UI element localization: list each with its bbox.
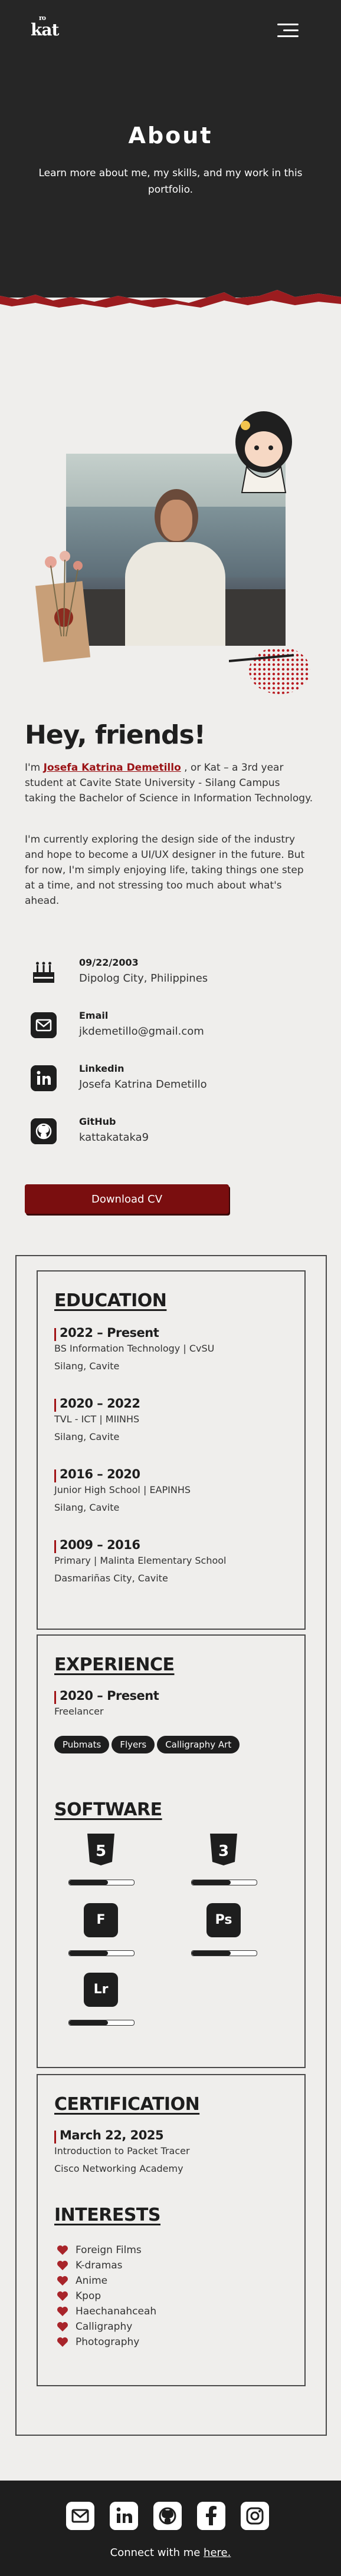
skill-bar <box>191 1880 257 1885</box>
skill-bar-fill <box>69 2020 108 2025</box>
hero-header: ro kat About Learn more about me, my ski… <box>0 0 341 298</box>
software-lightroom: Lr <box>68 1973 139 2037</box>
mail-icon[interactable] <box>66 2502 94 2530</box>
tag-chip: Flyers <box>112 1736 155 1753</box>
cake-icon <box>33 962 54 983</box>
heart-icon <box>57 2261 68 2270</box>
instagram-icon[interactable] <box>241 2502 269 2530</box>
skill-bar <box>68 1880 135 1885</box>
contact-linkedin[interactable]: Linkedin Josefa Katrina Demetillo <box>31 1063 278 1096</box>
dotted-paper-sticker-icon <box>229 647 310 694</box>
hamburger-menu-icon[interactable] <box>277 24 299 39</box>
svg-text:3: 3 <box>218 1842 229 1860</box>
software-html5: 5 <box>68 1832 139 1897</box>
list-item: Foreign Films <box>57 2243 281 2258</box>
education-entry: 2016 – 2020 Junior High School | EAPINHS… <box>54 1467 290 1517</box>
photoshop-icon: Ps <box>206 1903 241 1937</box>
linkedin-icon[interactable] <box>110 2502 138 2530</box>
list-item: Calligraphy <box>57 2319 281 2334</box>
lightroom-icon: Lr <box>84 1973 118 2007</box>
contact-birthday: 09/22/2003 Dipolog City, Philippines <box>31 957 278 990</box>
skill-bar-fill <box>192 1880 231 1885</box>
page-subtitle: Learn more about me, my skills, and my w… <box>38 167 303 196</box>
skill-bar-fill <box>69 1880 108 1885</box>
mail-icon <box>31 1012 57 1038</box>
goal-paragraph: I'm currently exploring the design side … <box>25 834 305 907</box>
intro-paragraph: I'm Josefa Katrina Demetillo , or Kat – … <box>25 762 313 804</box>
software-title: SOFTWARE <box>54 1799 162 1820</box>
experience-title: EXPERIENCE <box>54 1654 175 1675</box>
heart-icon <box>57 2337 68 2347</box>
svg-text:5: 5 <box>96 1842 106 1860</box>
software-photoshop: Ps <box>191 1903 262 1968</box>
skill-bar-fill <box>69 1951 108 1956</box>
list-item: Haechanahceah <box>57 2304 281 2319</box>
page-title: About <box>128 123 213 148</box>
heart-icon <box>57 2245 68 2255</box>
tag-chip: Calligraphy Art <box>157 1736 240 1753</box>
site-footer: Connect with me here. <box>0 2481 341 2576</box>
facebook-icon[interactable] <box>197 2502 225 2530</box>
skill-bar <box>68 1950 135 1956</box>
flower-sticker-icon <box>35 551 91 662</box>
interests-list: Foreign Films K-dramas Anime Kpop Haecha… <box>57 2243 281 2350</box>
css3-icon: 3 <box>210 1834 237 1865</box>
html5-icon: 5 <box>87 1834 114 1865</box>
connect-link[interactable]: here. <box>204 2547 231 2559</box>
greeting-heading: Hey, friends! <box>25 720 206 750</box>
software-css3: 3 <box>191 1832 262 1897</box>
heart-icon <box>57 2322 68 2331</box>
download-cv-button[interactable]: Download CV <box>25 1184 229 1214</box>
linkedin-icon <box>31 1065 57 1091</box>
github-icon <box>31 1118 57 1144</box>
avatar-sticker-icon <box>235 411 292 493</box>
contact-github[interactable]: GitHub kattakataka9 <box>31 1116 278 1149</box>
heart-icon <box>57 2276 68 2286</box>
github-icon[interactable] <box>153 2502 182 2530</box>
heart-icon <box>57 2307 68 2316</box>
list-item: Anime <box>57 2273 281 2288</box>
education-entry: 2009 – 2016 Primary | Malinta Elementary… <box>54 1538 290 1587</box>
name-link[interactable]: Josefa Katrina Demetillo <box>44 762 181 774</box>
interests-title: INTERESTS <box>54 2205 161 2225</box>
experience-tags: Pubmats Flyers Calligraphy Art <box>54 1736 290 1758</box>
torn-paper-divider <box>0 290 341 323</box>
contact-email[interactable]: Email jkdemetillo@gmail.com <box>31 1010 278 1043</box>
list-item: Kpop <box>57 2288 281 2304</box>
certification-title: CERTIFICATION <box>54 2094 200 2115</box>
skill-bar <box>68 2020 135 2026</box>
footer-text: Connect with me here. <box>110 2547 231 2559</box>
software-figma: F <box>68 1903 139 1968</box>
figma-icon: F <box>84 1903 118 1937</box>
tag-chip: Pubmats <box>54 1736 110 1753</box>
list-item: K-dramas <box>57 2258 281 2273</box>
skill-bar-fill <box>192 1951 231 1956</box>
heart-icon <box>57 2291 68 2301</box>
certification-entry: March 22, 2025 Introduction to Packet Tr… <box>54 2128 290 2178</box>
skill-bar <box>191 1950 257 1956</box>
education-entry: 2022 – Present BS Information Technology… <box>54 1326 290 1375</box>
site-logo[interactable]: ro kat <box>31 14 59 39</box>
list-item: Photography <box>57 2334 281 2350</box>
education-title: EDUCATION <box>54 1290 167 1311</box>
experience-entry: 2020 – Present Freelancer <box>54 1689 290 1720</box>
education-entry: 2020 – 2022 TVL - ICT | MIINHS Silang, C… <box>54 1396 290 1446</box>
